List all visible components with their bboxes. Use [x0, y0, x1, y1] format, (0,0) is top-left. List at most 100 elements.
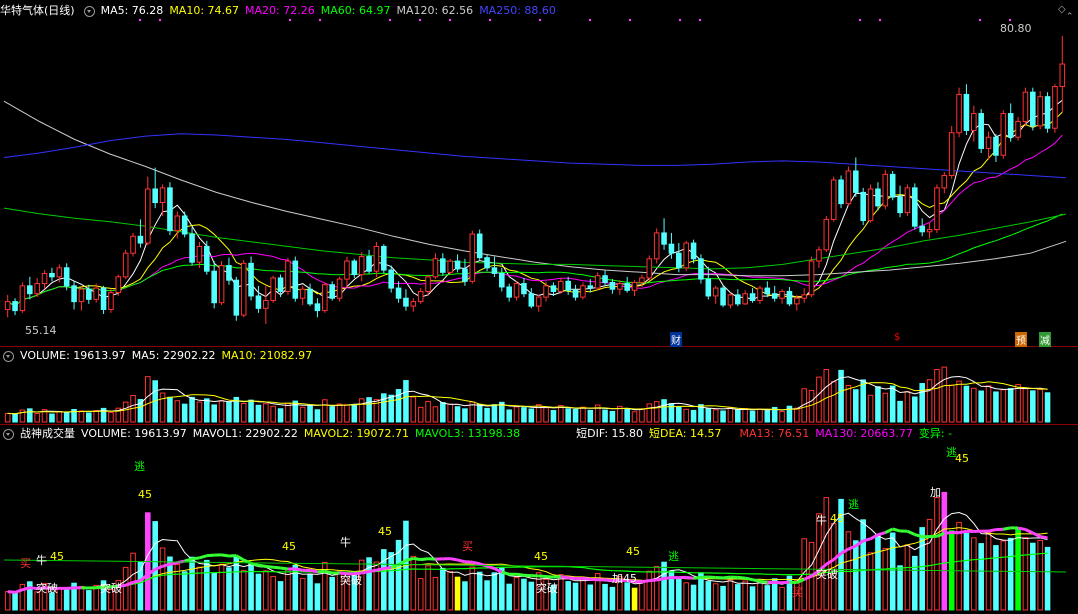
ma13-line: [501, 570, 510, 576]
candle-down: [705, 278, 712, 297]
signal-label: 突破: [100, 582, 122, 595]
mavol1-readout: MAVOL1: 22902.22: [192, 427, 298, 440]
indicator-bar: [122, 566, 129, 611]
candle-down: [919, 225, 925, 233]
indicator-name[interactable]: 战神成交量: [20, 427, 75, 440]
candle-down: [476, 233, 483, 259]
indicator-bar: [889, 532, 896, 611]
volume-bar: [993, 391, 999, 423]
dropdown-icon[interactable]: [3, 428, 14, 440]
volume-chart[interactable]: [0, 363, 1078, 423]
signal-label: 45: [626, 545, 640, 558]
ma13-line: [383, 566, 392, 571]
volume-bar: [757, 408, 763, 423]
volume-bar: [454, 406, 461, 423]
candle-down: [668, 243, 675, 254]
candle-up: [617, 283, 623, 290]
candle-down: [506, 286, 512, 298]
candle-down: [875, 188, 881, 207]
ma13-line: [641, 579, 650, 584]
indicator-bar: [314, 583, 321, 611]
indicator-bar: [1015, 529, 1021, 611]
volume-bar: [226, 401, 232, 423]
candle-down: [550, 285, 557, 292]
indicator-bar: [963, 532, 970, 611]
candle-down: [771, 293, 778, 299]
ma13-line: [361, 570, 370, 575]
volume-bar: [248, 399, 254, 423]
ma13-line: [708, 575, 716, 580]
dropdown-icon[interactable]: [3, 350, 14, 362]
forecast-tag[interactable]: 预: [1015, 332, 1027, 347]
candle-up: [1037, 96, 1043, 127]
indicator-bar: [491, 572, 498, 611]
ma13-line: [66, 586, 75, 590]
volume-bar: [631, 411, 638, 423]
volume-bar: [565, 408, 571, 423]
ma120-readout: MA120: 62.56: [396, 4, 474, 17]
price-chart[interactable]: [0, 18, 1078, 346]
volume-bar: [307, 405, 313, 423]
candle-up: [1059, 63, 1066, 88]
indicator-bar: [447, 571, 453, 611]
stock-name[interactable]: 华特气体: [0, 4, 44, 17]
candle-up: [410, 301, 417, 307]
candle-up: [145, 188, 151, 244]
expand-icon[interactable]: ◇: [1058, 4, 1066, 15]
indicator-bar: [263, 570, 269, 611]
volume-bar: [255, 404, 262, 423]
volume-bar: [484, 407, 490, 423]
dropdown-icon[interactable]: [83, 5, 95, 17]
earnings-tag[interactable]: 财: [670, 332, 682, 347]
volume-bar: [513, 406, 520, 423]
volume-bar: [329, 406, 335, 423]
candle-down: [838, 179, 844, 205]
ma10-line: [7, 111, 1063, 307]
candle-up: [56, 267, 63, 278]
ma60-line: [7, 213, 1063, 307]
ma13-line: [22, 586, 31, 592]
ma13-line: [693, 575, 702, 580]
indicator-bar: [580, 577, 586, 611]
indicator-bar: [661, 561, 667, 611]
candle-down: [189, 233, 195, 263]
indicator-bar: [277, 581, 284, 611]
candle-down: [351, 260, 358, 276]
candle-down: [12, 301, 18, 312]
volume-bar: [12, 413, 18, 423]
indicator-bar: [639, 581, 645, 611]
candle-up: [218, 265, 225, 304]
marker-dot: [538, 18, 542, 22]
ma13-line: [538, 574, 547, 579]
ma13-line: [560, 575, 569, 580]
volume-bar: [56, 411, 63, 423]
volume-bar: [1015, 384, 1021, 423]
reduce-tag[interactable]: 减: [1039, 332, 1051, 347]
volume-bar: [358, 398, 365, 423]
vol-ma5-readout: MA5: 22902.22: [131, 349, 216, 362]
candle-up: [41, 272, 48, 285]
marker-dot: [288, 18, 292, 22]
indicator-bar: [152, 521, 158, 611]
volume-bar: [816, 376, 822, 423]
ma13-line: [250, 561, 259, 567]
indicator-bar: [86, 590, 92, 611]
candle-down: [248, 262, 254, 297]
volume-bar: [344, 404, 350, 423]
indicator-bar: [646, 570, 653, 611]
indicator-bar: [1000, 540, 1007, 611]
candle-up: [425, 276, 431, 292]
volume-bar: [742, 407, 748, 423]
candle-up: [513, 283, 520, 298]
candle-up: [196, 245, 203, 263]
ma13-line: [663, 576, 672, 581]
volume-bar: [159, 392, 166, 423]
indicator-bar: [381, 549, 387, 611]
volume-bar: [285, 402, 291, 423]
candle-up: [159, 187, 166, 204]
volume-bar: [897, 400, 903, 423]
candle-down: [889, 173, 896, 198]
dividend-tag[interactable]: $: [893, 332, 901, 343]
candle-up: [344, 260, 350, 280]
volume-bar: [587, 409, 594, 423]
